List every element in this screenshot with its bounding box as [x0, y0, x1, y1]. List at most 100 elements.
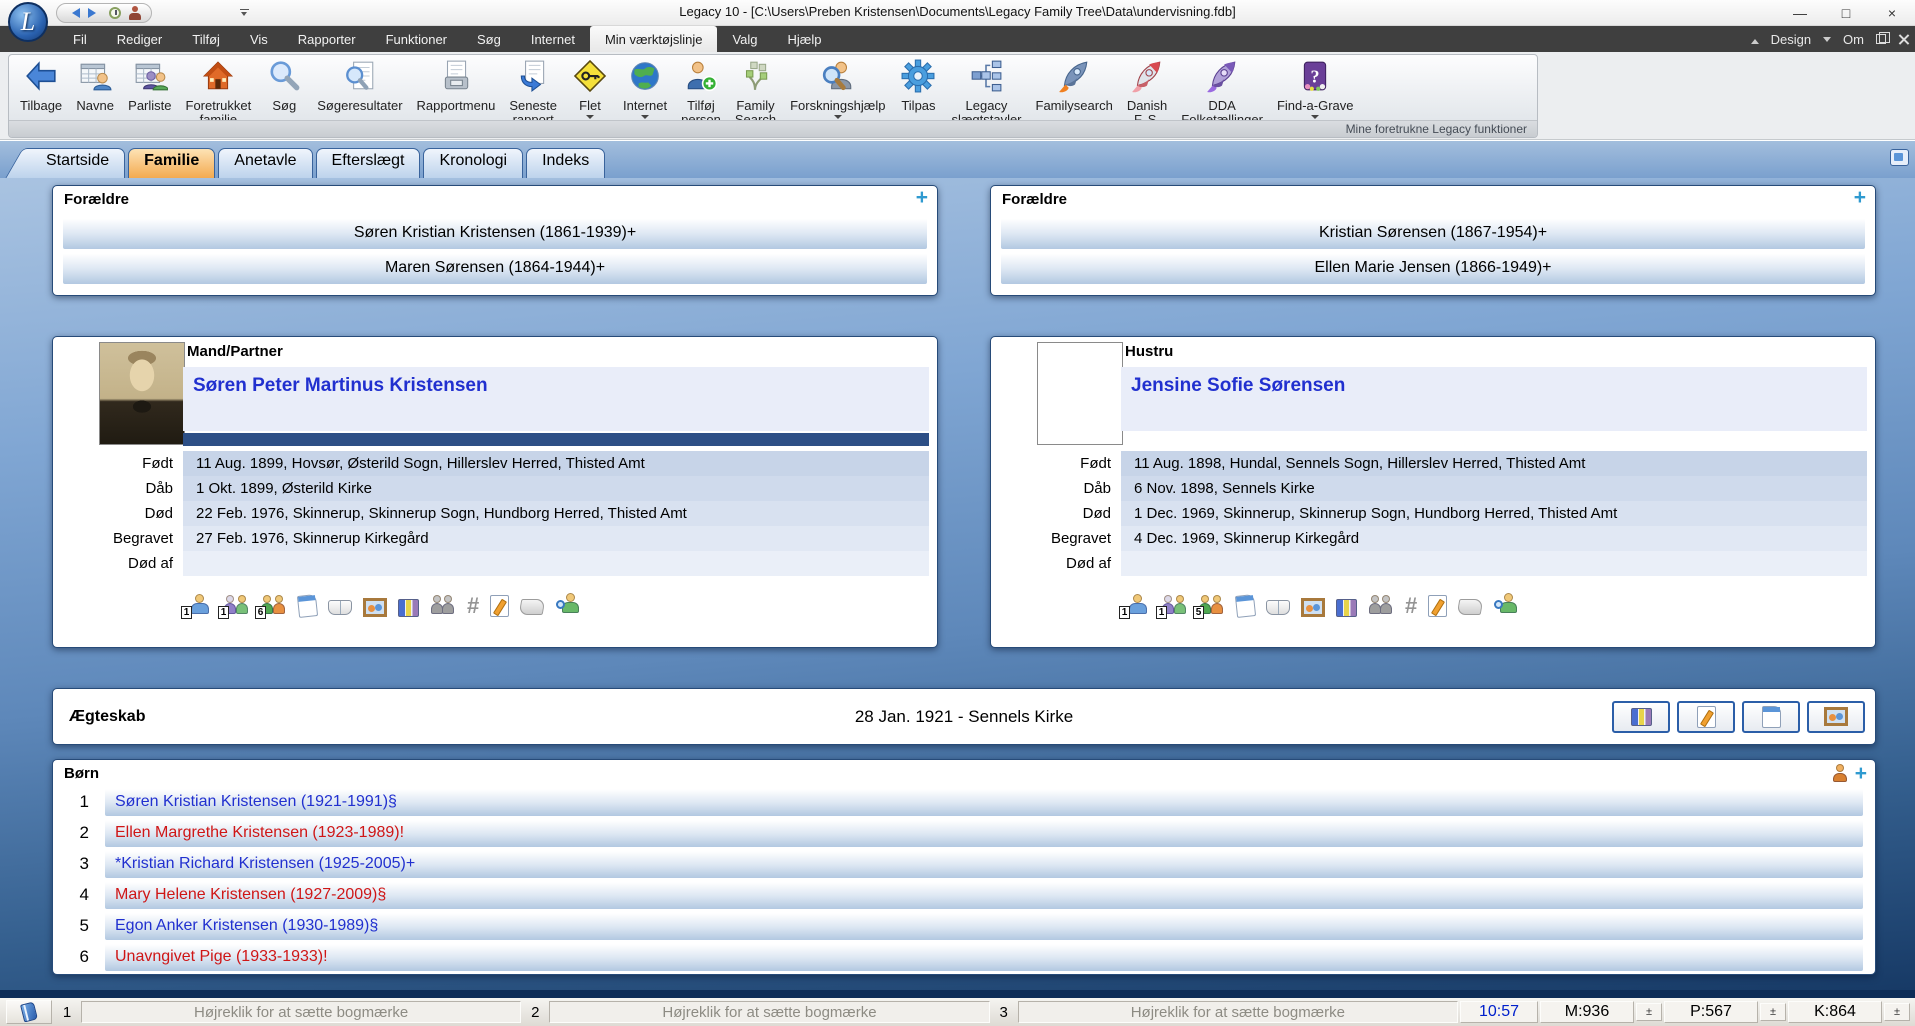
panel-toggle-icon[interactable] [1890, 149, 1909, 166]
add-parents-icon[interactable]: + [1854, 187, 1866, 208]
todo-icon[interactable] [490, 595, 509, 617]
child-name[interactable]: *Kristian Richard Kristensen (1925-2005)… [105, 849, 1863, 878]
tab-startside[interactable]: Startside [30, 148, 125, 178]
tagged-group-icon[interactable] [430, 593, 456, 617]
marriage-sources-button[interactable] [1612, 701, 1670, 733]
menu-hjaelp[interactable]: Hjælp [773, 26, 837, 52]
children-icon[interactable]: 6 [261, 593, 287, 617]
couple-list-button[interactable]: Parliste [121, 58, 178, 114]
menu-internet[interactable]: Internet [516, 26, 590, 52]
favorite-family-button[interactable]: Foretrukket familie [179, 58, 259, 128]
bookmark-button[interactable] [6, 1000, 52, 1024]
stories-scroll-icon[interactable] [1457, 599, 1484, 615]
adjust-marriage-count-button[interactable]: ± [1636, 1003, 1662, 1021]
stories-scroll-icon[interactable] [519, 599, 546, 615]
pictures-icon[interactable] [363, 598, 387, 617]
tab-familie[interactable]: Familie [128, 148, 215, 178]
mother-row[interactable]: Ellen Marie Jensen (1866-1949)+ [1001, 251, 1865, 284]
add-parents-icon[interactable]: + [916, 187, 928, 208]
research-help-button[interactable]: Forskningshjælp [783, 58, 892, 124]
menu-min-vaerktojslinje[interactable]: Min værktøjslinje [590, 26, 718, 52]
restore-window-icon[interactable] [1876, 34, 1886, 44]
adjust-person-count-button[interactable]: ± [1760, 1003, 1786, 1021]
spouses-icon[interactable]: 1 [187, 593, 213, 617]
dda-census-button[interactable]: DDA Folketællinger [1174, 58, 1270, 128]
sources-icon[interactable] [398, 599, 419, 617]
quick-access-dropdown-icon[interactable] [240, 9, 249, 17]
events-book-icon[interactable] [328, 600, 352, 615]
minimize-button[interactable]: — [1777, 0, 1823, 26]
adjust-source-count-button[interactable]: ± [1884, 1003, 1910, 1021]
wife-photo[interactable] [1037, 342, 1123, 445]
marriage-pictures-button[interactable] [1807, 701, 1865, 733]
wife-name-strip[interactable]: Jensine Sofie Sørensen [1121, 367, 1867, 431]
husband-photo[interactable] [99, 342, 185, 445]
tagged-group-icon[interactable] [1368, 593, 1394, 617]
hashtag-icon[interactable]: # [1405, 595, 1417, 617]
bookmark-slot-1[interactable]: Højreklik for at sætte bogmærke [81, 1001, 521, 1023]
tab-anetavle[interactable]: Anetavle [218, 148, 312, 178]
back-icon[interactable] [67, 8, 80, 18]
father-row[interactable]: Søren Kristian Kristensen (1861-1939)+ [63, 216, 927, 249]
maximize-button[interactable]: □ [1823, 0, 1869, 26]
menu-rediger[interactable]: Rediger [102, 26, 178, 52]
person-icon[interactable] [129, 6, 141, 20]
tab-indeks[interactable]: Indeks [526, 148, 605, 178]
parents-icon[interactable]: 1 [224, 593, 250, 617]
husband-name-strip[interactable]: Søren Peter Martinus Kristensen [183, 367, 929, 431]
menu-sog[interactable]: Søg [462, 26, 516, 52]
sources-icon[interactable] [1336, 599, 1357, 617]
notes-icon[interactable] [1235, 594, 1256, 618]
familysearch-rocket-button[interactable]: Familysearch [1029, 58, 1120, 114]
legacy-charts-button[interactable]: Legacy slægtstavler [944, 58, 1028, 128]
research-guidance-icon[interactable] [555, 593, 581, 617]
collapse-ribbon-icon[interactable] [1751, 35, 1759, 44]
search-results-button[interactable]: Søgeresultater [310, 58, 409, 114]
marriage-events-button[interactable] [1742, 701, 1800, 733]
names-button[interactable]: Navne [69, 58, 121, 114]
parents-icon[interactable]: 1 [1162, 593, 1188, 617]
find-a-grave-button[interactable]: ? Find-a-Grave [1270, 58, 1361, 124]
menu-funktioner[interactable]: Funktioner [371, 26, 462, 52]
close-button[interactable]: × [1869, 0, 1915, 26]
design-menu[interactable]: Design [1771, 32, 1811, 47]
child-name[interactable]: Mary Helene Kristensen (1927-2009)§ [105, 880, 1863, 909]
husband-name[interactable]: Søren Peter Martinus Kristensen [183, 367, 929, 397]
child-name[interactable]: Egon Anker Kristensen (1930-1989)§ [105, 911, 1863, 940]
research-guidance-icon[interactable] [1493, 593, 1519, 617]
father-row[interactable]: Kristian Sørensen (1867-1954)+ [1001, 216, 1865, 249]
children-icon[interactable]: 5 [1199, 593, 1225, 617]
bookmark-slot-3[interactable]: Højreklik for at sætte bogmærke [1018, 1001, 1458, 1023]
om-menu[interactable]: Om [1843, 32, 1864, 47]
customize-button[interactable]: Tilpas [892, 58, 944, 114]
wife-name[interactable]: Jensine Sofie Sørensen [1121, 367, 1867, 397]
mother-row[interactable]: Maren Sørensen (1864-1944)+ [63, 251, 927, 284]
child-name[interactable]: Søren Kristian Kristensen (1921-1991)§ [105, 787, 1863, 816]
back-button[interactable]: Tilbage [13, 58, 69, 114]
hashtag-icon[interactable]: # [467, 595, 479, 617]
notes-icon[interactable] [297, 594, 318, 618]
child-name[interactable]: Ellen Margrethe Kristensen (1923-1989)! [105, 818, 1863, 847]
marriage-value[interactable]: 28 Jan. 1921 - Sennels Kirke [53, 689, 1875, 744]
search-button[interactable]: Søg [258, 58, 310, 114]
close-window-icon[interactable] [1898, 34, 1909, 45]
design-dropdown-icon[interactable] [1823, 37, 1831, 46]
menu-valg[interactable]: Valg [717, 26, 772, 52]
menu-vis[interactable]: Vis [235, 26, 283, 52]
child-name[interactable]: Unavngivet Pige (1933-1933)! [105, 942, 1863, 971]
spouses-icon[interactable]: 1 [1125, 593, 1151, 617]
todo-icon[interactable] [1428, 595, 1447, 617]
clock-icon[interactable] [109, 7, 121, 19]
marriage-notes-button[interactable] [1677, 701, 1735, 733]
danish-fs-button[interactable]: Danish F. S. [1120, 58, 1174, 128]
menu-fil[interactable]: Fil [58, 26, 102, 52]
bookmark-slot-2[interactable]: Højreklik for at sætte bogmærke [549, 1001, 989, 1023]
menu-tilfoj[interactable]: Tilføj [177, 26, 235, 52]
internet-button[interactable]: Internet [616, 58, 674, 124]
child-settings-icon[interactable] [1831, 764, 1849, 784]
add-child-icon[interactable]: + [1855, 763, 1867, 784]
report-menu-button[interactable]: Rapportmenu [410, 58, 503, 114]
merge-button[interactable]: Flet [564, 58, 616, 124]
tab-kronologi[interactable]: Kronologi [423, 148, 523, 178]
tab-efterslaegt[interactable]: Efterslægt [316, 148, 421, 178]
